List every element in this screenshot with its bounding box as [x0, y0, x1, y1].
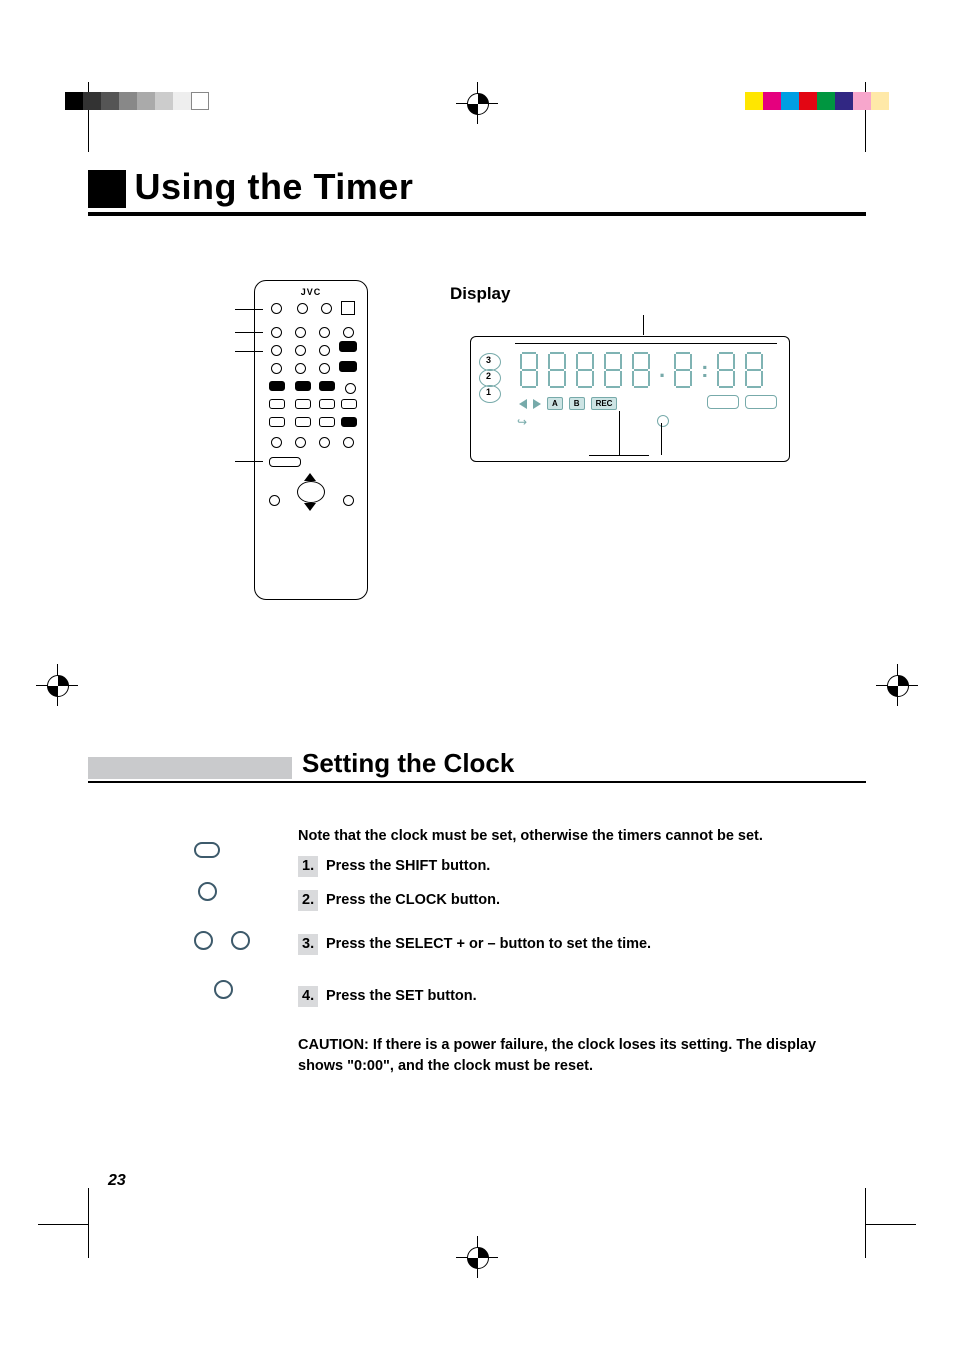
seven-segment-digit	[519, 351, 539, 389]
select-minus-button-icon	[194, 931, 213, 950]
button-icon-column	[194, 842, 250, 999]
step-3: 3. Press the SELECT + or – button to set…	[298, 933, 818, 955]
step-4: 4. Press the SET button.	[298, 985, 818, 1007]
display-bracket-top	[515, 343, 777, 344]
seven-segment-digit	[673, 351, 693, 389]
clock-icon	[657, 415, 669, 427]
seven-segment-digit	[547, 351, 567, 389]
repeat-icon: ↪	[517, 415, 527, 429]
disc-number: 1	[486, 387, 491, 397]
step-text: Press the SET button.	[326, 988, 477, 1004]
clock-button-icon	[198, 882, 217, 901]
colorbar-left	[65, 92, 209, 110]
heading-marker-box	[88, 170, 126, 208]
remote-brand: JVC	[255, 287, 367, 297]
display-pointer-top	[643, 315, 644, 335]
page-title: Using the Timer	[134, 166, 413, 208]
step-2: 2. Press the CLOCK button.	[298, 889, 818, 911]
remote-leader-line	[235, 332, 263, 333]
step-text: Press the SHIFT button.	[326, 858, 490, 874]
seven-segment-digit	[716, 351, 736, 389]
step-number: 4.	[298, 986, 318, 1007]
seven-segment-digit	[575, 351, 595, 389]
page: Using the Timer Display JVC	[0, 0, 954, 1352]
caution-text: If there is a power failure, the clock l…	[298, 1037, 816, 1074]
pointer-line	[619, 411, 620, 455]
indicator-b: B	[569, 397, 585, 410]
remote-leader-line	[235, 461, 263, 462]
main-heading: Using the Timer	[88, 166, 866, 216]
registration-target-top	[464, 90, 490, 116]
section-rule	[88, 781, 866, 783]
registration-target-right	[884, 672, 910, 698]
crop-left	[88, 82, 128, 402]
section-title: Setting the Clock	[302, 748, 514, 779]
heading-rule	[88, 212, 866, 216]
seven-segment-digit	[603, 351, 623, 389]
seven-segment-digit	[631, 351, 651, 389]
pointer-line-h	[589, 455, 649, 456]
segment-separator-colon: :	[701, 359, 708, 381]
section-heading: Setting the Clock	[88, 748, 866, 783]
pointer-line	[661, 423, 662, 455]
indicator-a: A	[547, 397, 563, 410]
remote-dpad	[293, 475, 327, 509]
note-text: Note that the clock must be set, otherwi…	[298, 826, 818, 847]
colorbar-right	[745, 92, 889, 110]
page-number: 23	[108, 1172, 126, 1190]
remote-illustration: JVC	[254, 280, 368, 600]
triangle-right-icon	[533, 399, 541, 409]
step-number: 2.	[298, 890, 318, 911]
section-marker-box	[88, 757, 292, 779]
step-number: 1.	[298, 856, 318, 877]
shift-button-icon	[194, 842, 220, 858]
triangle-left-icon	[519, 399, 527, 409]
indicator-row: A B REC	[519, 397, 617, 410]
caution-block: CAUTION: If there is a power failure, th…	[298, 1035, 818, 1077]
step-text: Press the SELECT + or – button to set th…	[326, 936, 651, 952]
crop-right	[826, 82, 866, 402]
select-plus-button-icon	[231, 931, 250, 950]
step-number: 3.	[298, 934, 318, 955]
indicator-rec: REC	[591, 397, 618, 410]
display-panel-illustration: 3 2 1 . : A B REC ↪	[470, 336, 790, 462]
display-label: Display	[450, 284, 510, 304]
step-1: 1. Press the SHIFT button.	[298, 855, 818, 877]
content-body: Note that the clock must be set, otherwi…	[298, 826, 818, 1077]
remote-leader-line	[235, 309, 263, 310]
set-button-icon	[214, 980, 233, 999]
step-text: Press the CLOCK button.	[326, 892, 500, 908]
disc-number: 2	[486, 371, 491, 381]
registration-target-left	[44, 672, 70, 698]
segment-separator-dot: .	[659, 359, 665, 381]
caution-label: CAUTION:	[298, 1037, 369, 1053]
disc-indicator-stack: 3 2 1	[479, 353, 511, 401]
seven-segment-digit	[744, 351, 764, 389]
remote-leader-line	[235, 351, 263, 352]
bar-indicators	[707, 395, 777, 409]
disc-number: 3	[486, 355, 491, 365]
registration-target-bottom	[464, 1244, 490, 1270]
seven-segment-row: . :	[519, 351, 764, 389]
